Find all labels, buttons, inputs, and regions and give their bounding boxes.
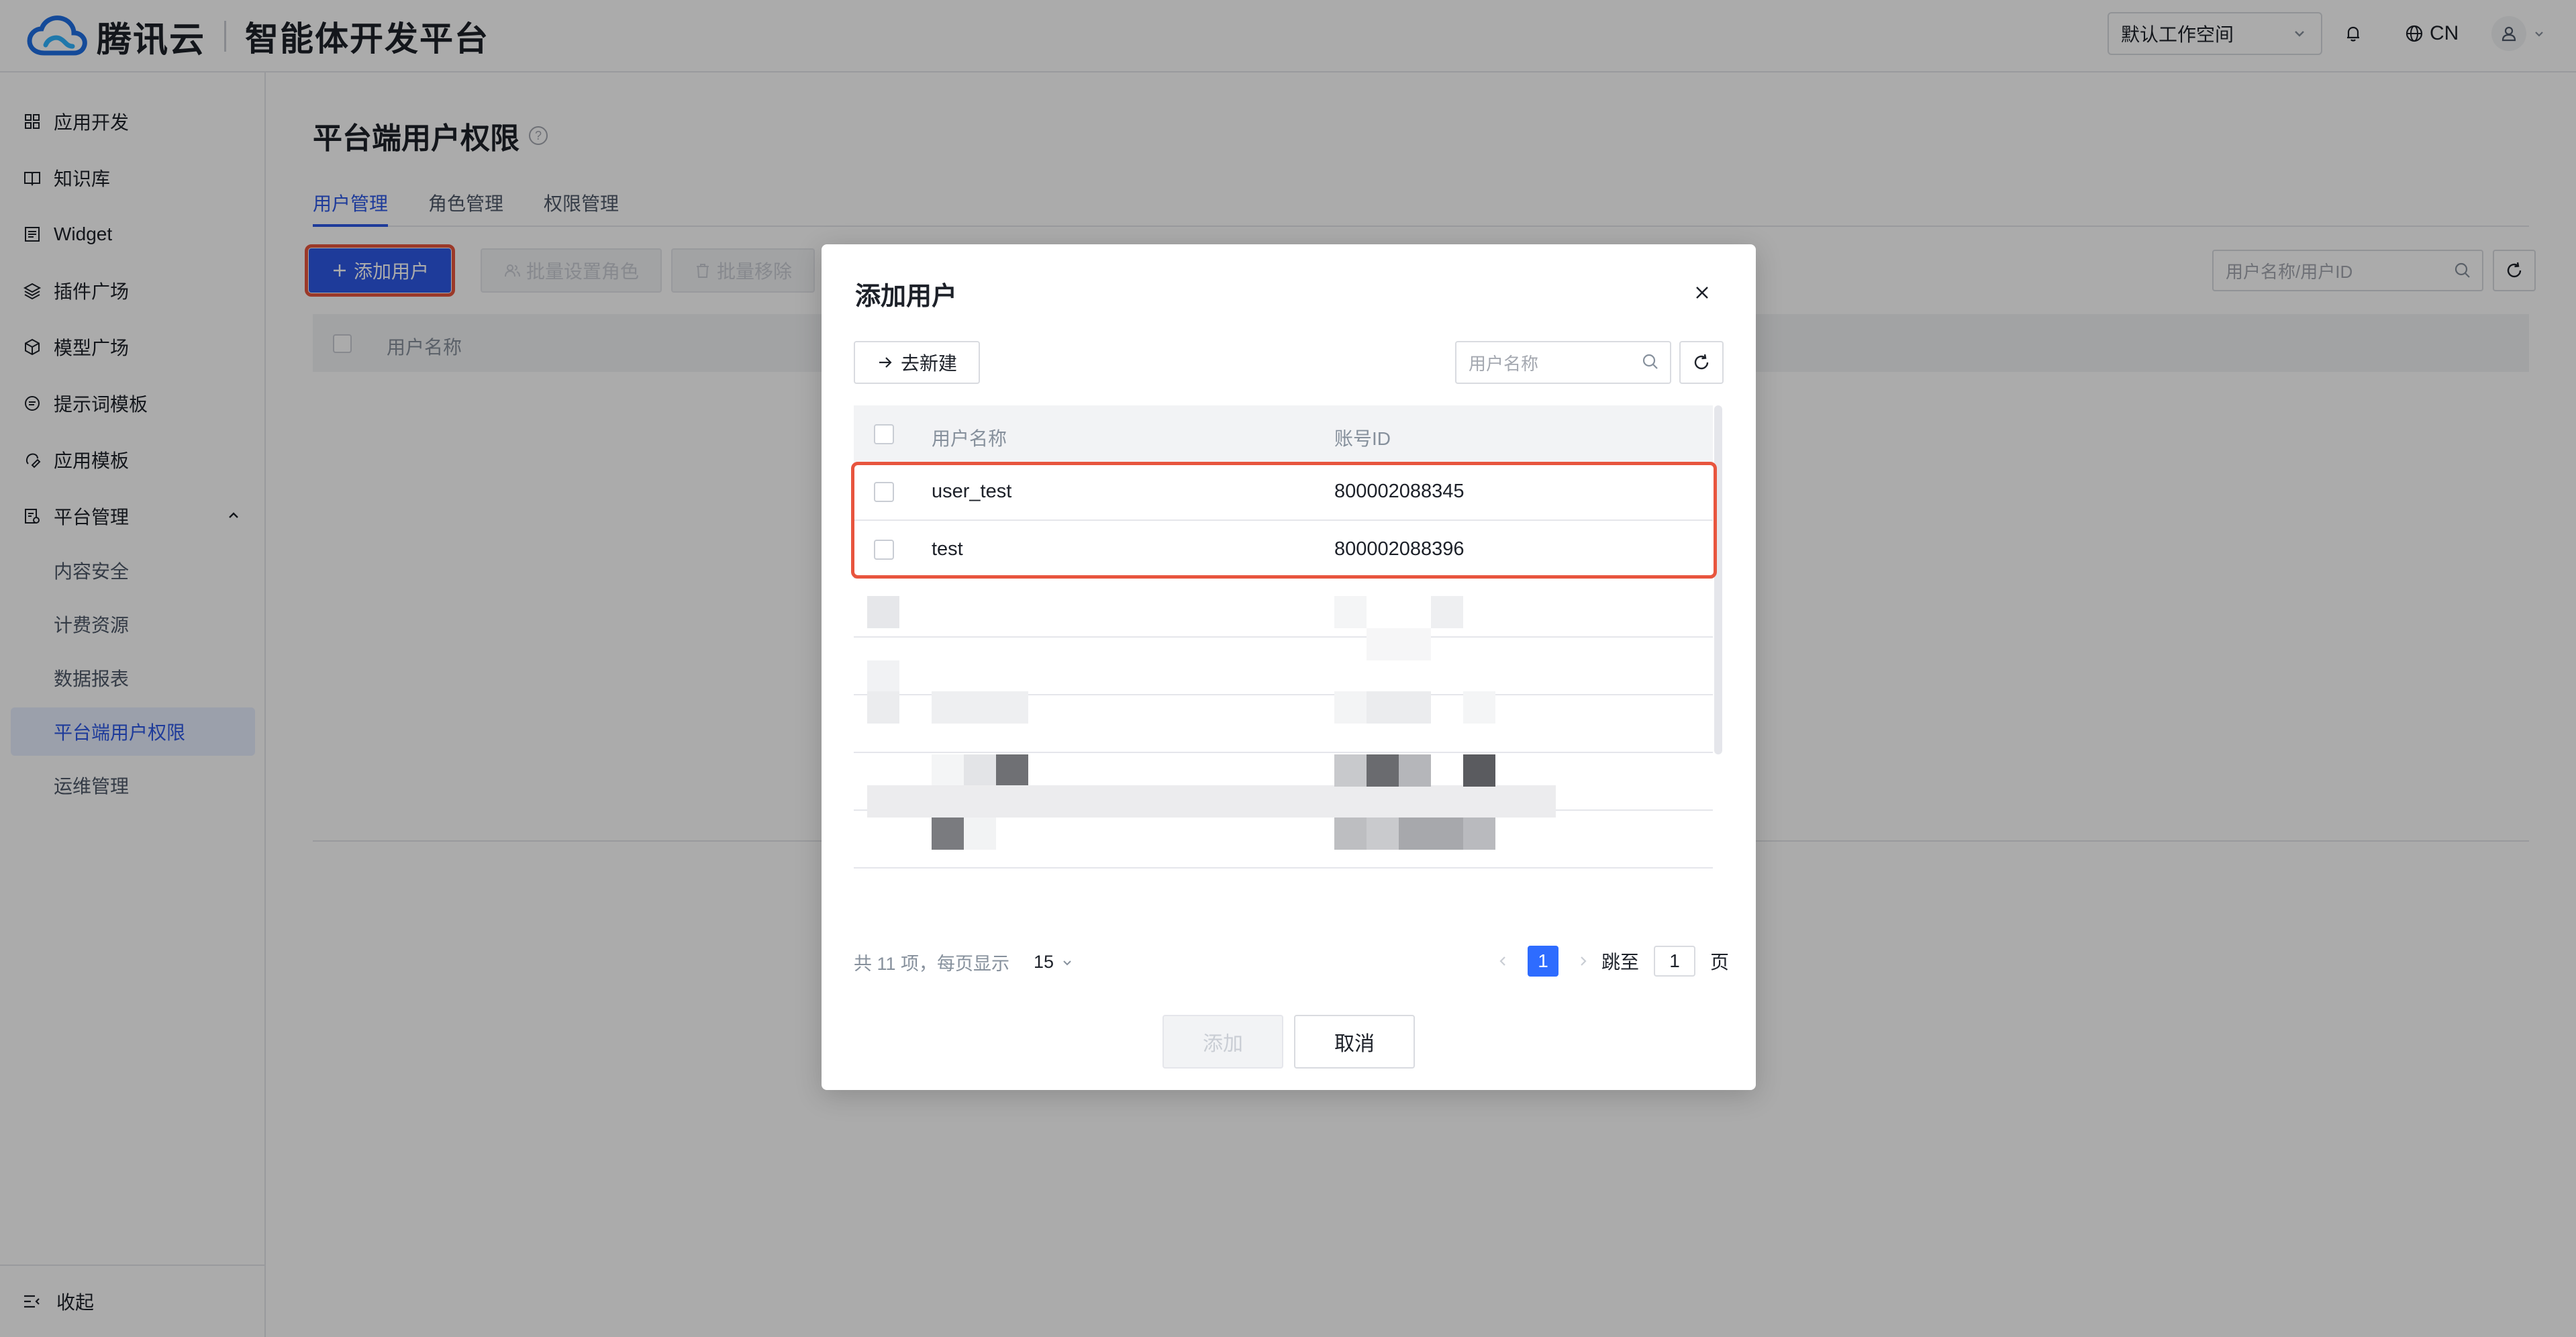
jump-page-input[interactable]: 1 xyxy=(1654,946,1696,977)
dialog-title: 添加用户 xyxy=(855,283,958,311)
redacted-block xyxy=(964,818,996,850)
highlight-box-rows xyxy=(851,462,1717,579)
redacted-block xyxy=(1463,754,1495,787)
create-new-button[interactable]: 去新建 xyxy=(854,341,980,384)
redacted-block xyxy=(1334,596,1367,628)
add-user-dialog: 添加用户 去新建 用户名称 用户名称 账号ID user_test 800002… xyxy=(822,244,1756,1090)
redacted-block xyxy=(867,785,1556,818)
redacted-block xyxy=(964,754,996,787)
row-divider xyxy=(854,636,1713,638)
table-scrollbar[interactable] xyxy=(1714,405,1722,754)
redacted-block xyxy=(1367,818,1399,850)
redacted-block xyxy=(867,660,899,693)
arrow-right-icon xyxy=(879,357,892,368)
chevron-right-icon xyxy=(1581,956,1587,966)
redacted-block xyxy=(1367,691,1431,724)
search-icon xyxy=(1642,354,1658,369)
page-number-current[interactable]: 1 xyxy=(1528,946,1558,977)
cancel-button[interactable]: 取消 xyxy=(1294,1015,1415,1069)
page-size-value: 15 xyxy=(1034,952,1054,972)
chevron-left-icon xyxy=(1499,956,1505,966)
page-suffix: 页 xyxy=(1710,952,1730,973)
redacted-block xyxy=(1367,754,1399,787)
refresh-icon xyxy=(1694,354,1709,370)
redacted-block xyxy=(932,754,964,787)
redacted-block xyxy=(1463,818,1495,850)
redacted-block xyxy=(1463,691,1495,724)
dialog-search-input[interactable]: 用户名称 xyxy=(1455,341,1671,384)
search-placeholder: 用户名称 xyxy=(1469,353,1539,374)
redacted-block xyxy=(1334,754,1367,787)
redacted-block xyxy=(867,596,899,628)
redacted-block xyxy=(867,691,899,724)
redacted-block xyxy=(932,818,964,850)
prev-page-button[interactable] xyxy=(1493,954,1513,969)
column-account-id: 账号ID xyxy=(1334,428,1391,449)
pagination-summary: 共 11 项，每页显示 15 xyxy=(854,949,1074,975)
redacted-block xyxy=(932,691,1028,724)
row-divider xyxy=(854,867,1713,869)
create-new-label: 去新建 xyxy=(900,353,957,374)
close-button[interactable] xyxy=(1689,279,1716,306)
redacted-block xyxy=(1399,818,1463,850)
redacted-block xyxy=(1431,596,1463,628)
total-count-text: 共 11 项，每页显示 xyxy=(854,954,1010,974)
next-page-button[interactable] xyxy=(1573,954,1593,969)
row-divider xyxy=(854,752,1713,753)
dialog-refresh-button[interactable] xyxy=(1679,341,1724,384)
add-button[interactable]: 添加 xyxy=(1162,1015,1283,1069)
redacted-block xyxy=(996,754,1028,787)
redacted-block xyxy=(1334,818,1367,850)
page-size-select[interactable]: 15 xyxy=(1034,952,1074,973)
user-select-table: 用户名称 账号ID user_test 800002088345 test 80… xyxy=(851,405,1724,869)
column-username: 用户名称 xyxy=(932,428,1007,449)
table-header: 用户名称 账号ID xyxy=(854,405,1713,463)
jump-label: 跳至 xyxy=(1601,952,1640,973)
redacted-block xyxy=(1334,691,1367,724)
select-all-checkbox[interactable] xyxy=(874,424,894,444)
chevron-down-icon xyxy=(1063,960,1071,965)
redacted-block xyxy=(1367,628,1431,660)
close-icon xyxy=(1696,287,1708,299)
pagination: 1 跳至 1 页 xyxy=(1493,945,1729,977)
redacted-block xyxy=(1399,754,1431,787)
